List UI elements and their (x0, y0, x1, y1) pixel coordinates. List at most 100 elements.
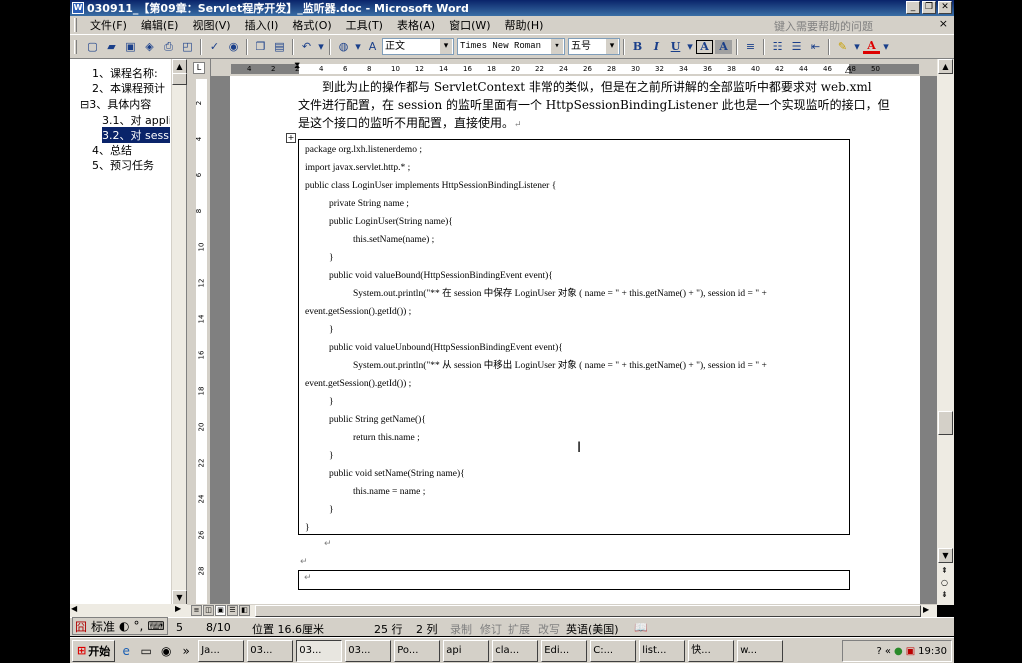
docmap-item-summary[interactable]: 4、总结 (92, 142, 170, 158)
scroll-left-icon[interactable]: ◀ (71, 604, 77, 613)
security-icon[interactable]: ▣ (906, 646, 915, 657)
open-folder-icon[interactable]: ▰ (103, 38, 120, 55)
web-view-icon[interactable]: ◫ (203, 605, 214, 616)
outline-view-icon[interactable]: ☰ (227, 605, 238, 616)
docmap-item-content[interactable]: ⊟3、具体内容 (80, 96, 170, 112)
taskbar-item[interactable]: 03... (345, 639, 392, 662)
taskbar-item[interactable]: Ja... (198, 639, 245, 662)
ime-halfwidth-icon[interactable]: ◐ (117, 619, 131, 633)
right-indent-marker-icon[interactable]: △ (845, 65, 852, 75)
scroll-thumb[interactable] (255, 605, 921, 617)
code-table[interactable]: package org.lxh.listenerdemo ; import ja… (298, 139, 850, 535)
taskbar-item[interactable]: Po... (394, 639, 441, 662)
previous-page-icon[interactable]: ⇞ (941, 566, 948, 575)
tray-help-icon[interactable]: ? (877, 646, 882, 657)
underline-dropdown-icon[interactable]: ▾ (686, 38, 694, 55)
save-icon[interactable]: ▣ (122, 38, 139, 55)
research-icon[interactable]: ◉ (225, 38, 242, 55)
docmap-item-application[interactable]: 3.1、对 applic (102, 112, 170, 128)
media-icon[interactable]: ◉ (157, 642, 175, 660)
undo-icon[interactable]: ↶ (298, 38, 315, 55)
scroll-down-icon[interactable]: ▼ (172, 590, 187, 605)
copy-icon[interactable]: ❐ (252, 38, 269, 55)
character-shading-button[interactable]: A (715, 39, 732, 54)
horizontal-scrollbar[interactable]: ▶ (187, 604, 937, 617)
print-view-icon[interactable]: ▣ (215, 605, 226, 616)
highlight-icon[interactable]: ✎ (834, 38, 851, 55)
indent-marker-icon[interactable]: ⧗ (294, 61, 300, 71)
document-page[interactable]: 到此为止的操作都与 ServletContext 非常的类似，但是在之前所讲解的… (230, 76, 920, 604)
ie-icon[interactable]: e (117, 642, 135, 660)
docmap-item-course-name[interactable]: 1、课程名称: (92, 65, 170, 81)
docmap-item-course-plan[interactable]: 2、本课程预计 (92, 80, 170, 96)
spelling-icon[interactable]: ✓ (206, 38, 223, 55)
font-size-combo[interactable]: 五号 (568, 38, 620, 55)
horizontal-ruler[interactable]: 4 2 2 4 6 8 10 12 14 16 18 20 22 24 26 28 30 32 34 36 38 40 42… (211, 59, 937, 76)
print-preview-icon[interactable]: ◰ (179, 38, 196, 55)
menu-format[interactable]: 格式(O) (285, 17, 338, 33)
network-icon[interactable]: ● (894, 646, 903, 657)
next-page-icon[interactable]: ⇟ (941, 590, 948, 599)
hyperlink-icon[interactable]: ◍ (335, 38, 352, 55)
docmap-horizontal-scrollbar[interactable]: ◀ ▶ (70, 604, 187, 617)
docmap-scrollbar[interactable]: ▲ ▼ (171, 59, 187, 605)
help-question-input[interactable]: 键入需要帮助的问题 (774, 18, 934, 33)
status-extend[interactable]: 扩展 (508, 621, 530, 637)
close-document-button[interactable]: × (939, 17, 948, 30)
menu-window[interactable]: 窗口(W) (442, 17, 497, 33)
ime-punctuation-icon[interactable]: °, (132, 619, 146, 633)
table-move-handle[interactable]: + (286, 133, 296, 143)
scroll-up-icon[interactable]: ▲ (938, 59, 953, 74)
close-button[interactable]: ✕ (938, 1, 952, 14)
spelling-status-icon[interactable]: 📖 (634, 621, 648, 634)
underline-button[interactable]: U (667, 38, 684, 55)
quicklaunch-chevron[interactable]: » (177, 642, 195, 660)
word-app-icon[interactable]: W (72, 2, 84, 14)
decrease-indent-icon[interactable]: ⇤ (807, 38, 824, 55)
scroll-right-icon[interactable]: ▶ (923, 605, 929, 614)
menu-help[interactable]: 帮助(H) (498, 17, 551, 33)
print-icon[interactable]: ⎙ (160, 38, 177, 55)
italic-button[interactable]: I (648, 38, 665, 55)
vertical-scrollbar[interactable]: ▲ ▼ ⇞ ○ ⇟ (937, 59, 954, 605)
highlight-dropdown-icon[interactable]: ▾ (853, 38, 861, 55)
docmap-item-preview[interactable]: 5、预习任务 (92, 157, 170, 173)
menu-insert[interactable]: 插入(I) (238, 17, 286, 33)
scroll-right-icon[interactable]: ▶ (175, 604, 181, 613)
style-combo[interactable]: 正文 (382, 38, 454, 55)
styles-pane-icon[interactable]: A (364, 38, 381, 55)
taskbar-item[interactable]: cla... (492, 639, 539, 662)
start-button[interactable]: ⊞ 开始 (72, 639, 116, 662)
menu-view[interactable]: 视图(V) (185, 17, 237, 33)
ime-mode-label[interactable]: 标准 (89, 618, 117, 635)
scroll-thumb[interactable] (938, 411, 953, 435)
taskbar-item[interactable]: Edi... (541, 639, 588, 662)
reading-view-icon[interactable]: ◧ (239, 605, 250, 616)
character-border-button[interactable]: A (696, 39, 713, 54)
bold-button[interactable]: B (629, 38, 646, 55)
toolbar-grip[interactable] (74, 39, 77, 54)
menu-edit[interactable]: 编辑(E) (134, 17, 186, 33)
normal-view-icon[interactable]: ≡ (191, 605, 202, 616)
numbering-icon[interactable]: ☷ (769, 38, 786, 55)
menu-grip[interactable] (74, 18, 77, 32)
font-color-dropdown-icon[interactable]: ▾ (882, 38, 890, 55)
taskbar-item[interactable]: list... (639, 639, 686, 662)
tab-selector[interactable]: L (193, 62, 205, 74)
docmap-item-session[interactable]: 3.2、对 sessio (102, 127, 170, 143)
menu-table[interactable]: 表格(A) (390, 17, 442, 33)
taskbar-item[interactable]: 快... (688, 639, 735, 662)
status-record[interactable]: 录制 (450, 621, 472, 637)
taskbar-item[interactable]: C:... (590, 639, 637, 662)
menu-tools[interactable]: 工具(T) (339, 17, 390, 33)
empty-table[interactable]: ↵ (298, 570, 850, 590)
restore-button[interactable]: ❐ (922, 1, 936, 14)
ime-keyboard-icon[interactable]: ⌨ (145, 619, 166, 633)
scroll-down-icon[interactable]: ▼ (938, 548, 953, 563)
menu-file[interactable]: 文件(F) (83, 17, 134, 33)
undo-dropdown-icon[interactable]: ▾ (317, 38, 325, 55)
ime-toolbar[interactable]: 囧 标准 ◐ °, ⌨ (72, 617, 168, 635)
toolbar-options-icon[interactable]: ▾ (354, 38, 362, 55)
align-center-icon[interactable]: ≡ (742, 38, 759, 55)
desktop-icon[interactable]: ▭ (137, 642, 155, 660)
